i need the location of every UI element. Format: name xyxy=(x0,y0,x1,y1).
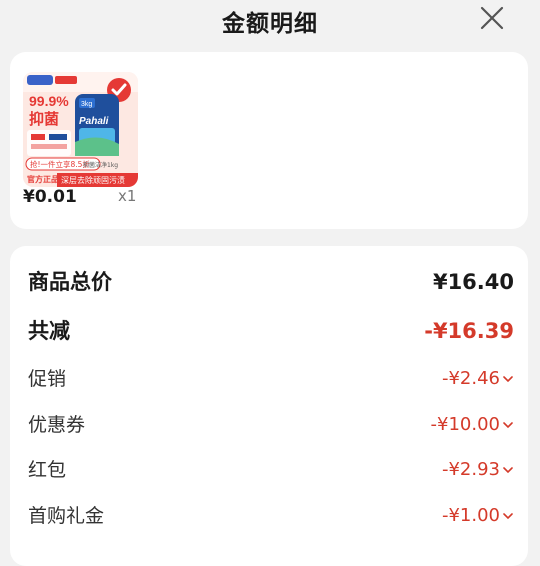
page-title: 金额明细 xyxy=(222,11,318,37)
svg-text:3kg: 3kg xyxy=(81,101,92,108)
total-price-row: 商品总价 ¥16.40 xyxy=(28,262,514,302)
total-price-label: 商品总价 xyxy=(28,270,112,294)
amount-detail-card: 商品总价 ¥16.40 共减 -¥16.39 促销 -¥2.46 优惠券 -¥1… xyxy=(10,246,528,566)
first-purchase-gift-label: 首购礼金 xyxy=(28,505,105,527)
product-price: ¥0.01 xyxy=(23,187,77,207)
product-card: 99.9% 抑菌 3kg Pahali 抢!一件立享8.5折 抑菌洁净1kg 官… xyxy=(10,52,528,229)
chevron-down-icon xyxy=(503,422,513,429)
red-packet-label: 红包 xyxy=(28,459,67,481)
svg-text:抑菌洁净1kg: 抑菌洁净1kg xyxy=(83,161,118,169)
total-reduction-value: -¥16.39 xyxy=(424,319,514,343)
svg-text:官方正品: 官方正品 xyxy=(27,174,59,184)
svg-text:99.9%: 99.9% xyxy=(29,93,69,109)
total-reduction-row: 共减 -¥16.39 xyxy=(28,311,514,351)
promotion-row[interactable]: 促销 -¥2.46 xyxy=(28,359,514,399)
product-quantity: x1 xyxy=(118,187,137,205)
first-purchase-gift-row[interactable]: 首购礼金 -¥1.00 xyxy=(28,496,514,536)
chevron-down-icon xyxy=(503,513,513,520)
header: 金额明细 xyxy=(0,0,540,40)
coupon-row[interactable]: 优惠券 -¥10.00 xyxy=(28,405,514,445)
product-image[interactable]: 99.9% 抑菌 3kg Pahali 抢!一件立享8.5折 抑菌洁净1kg 官… xyxy=(23,72,138,187)
product-thumbnail: 99.9% 抑菌 3kg Pahali 抢!一件立享8.5折 抑菌洁净1kg 官… xyxy=(23,72,138,187)
coupon-label: 优惠券 xyxy=(28,414,86,436)
close-icon[interactable] xyxy=(478,4,506,32)
svg-text:深层去除顽固污渍: 深层去除顽固污渍 xyxy=(61,175,125,185)
total-reduction-label: 共减 xyxy=(28,319,70,343)
red-packet-row[interactable]: 红包 -¥2.93 xyxy=(28,450,514,490)
chevron-down-icon xyxy=(503,376,513,383)
chevron-down-icon xyxy=(503,467,513,474)
promotion-label: 促销 xyxy=(28,368,67,390)
svg-text:Pahali: Pahali xyxy=(79,116,109,127)
total-price-value: ¥16.40 xyxy=(432,270,514,294)
svg-text:抑菌: 抑菌 xyxy=(29,110,59,128)
svg-text:抢!一件立享8.5折: 抢!一件立享8.5折 xyxy=(30,159,90,169)
